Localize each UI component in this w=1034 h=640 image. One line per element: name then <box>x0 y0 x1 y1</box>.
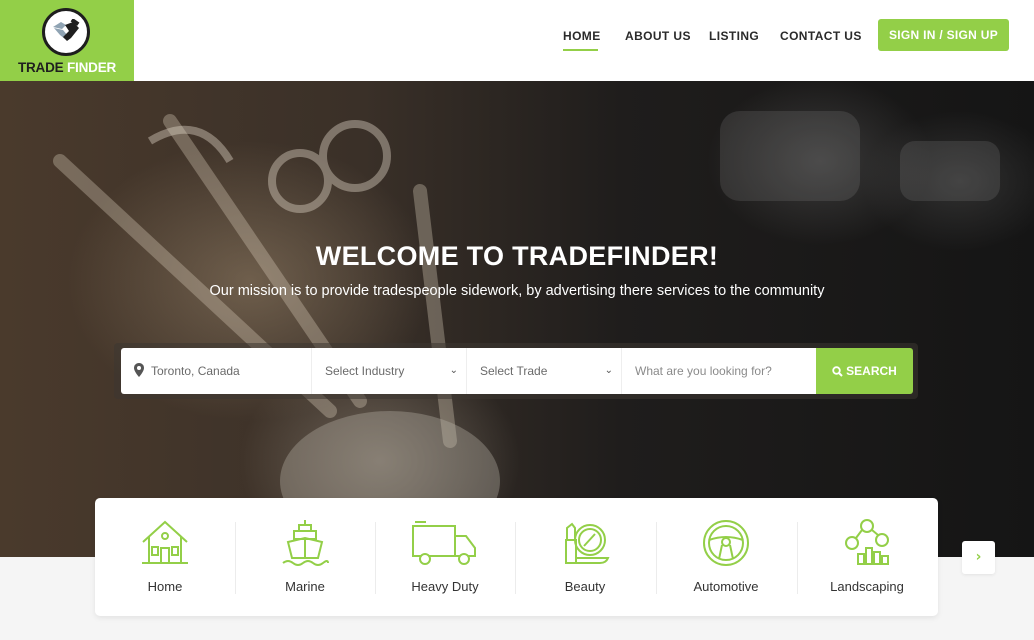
category-label: Marine <box>285 579 325 594</box>
trade-selected-value: Select Trade <box>480 364 548 378</box>
nav-listing[interactable]: LISTING <box>709 29 759 45</box>
location-value: Toronto, Canada <box>151 364 240 378</box>
map-pin-icon <box>134 363 144 377</box>
ship-icon <box>282 520 329 566</box>
chevron-down-icon: ⌄ <box>449 365 458 376</box>
truck-icon <box>412 521 476 565</box>
trade-select[interactable]: Select Trade ⌄ <box>466 348 621 394</box>
hero-title: WELCOME TO TRADEFINDER! <box>315 241 719 271</box>
category-home[interactable]: Home <box>95 498 235 616</box>
search-icon <box>832 366 843 377</box>
category-beauty[interactable]: Beauty <box>515 498 655 616</box>
money-chart-icon <box>845 519 889 565</box>
hero-section: WELCOME TO TRADEFINDER! Our mission is t… <box>0 81 1034 557</box>
house-icon <box>142 520 188 564</box>
industry-selected-value: Select Industry <box>325 364 405 378</box>
steering-wheel-icon <box>703 520 749 566</box>
carousel-next-button[interactable]: › <box>962 541 995 574</box>
site-header: TRADE FINDER HOME ABOUT US LISTING CONTA… <box>0 0 1034 81</box>
search-button-label: SEARCH <box>846 364 897 378</box>
nav-active-indicator <box>563 49 598 51</box>
category-label: Heavy Duty <box>411 579 479 594</box>
category-label: Home <box>147 579 183 594</box>
hero-subtitle: Our mission is to provide tradespeople s… <box>209 283 825 299</box>
category-landscaping[interactable]: Landscaping <box>797 498 937 616</box>
nav-contact-us[interactable]: CONTACT US <box>780 29 862 45</box>
category-heavy-duty[interactable]: Heavy Duty <box>375 498 515 616</box>
nav-about-us[interactable]: ABOUT US <box>625 29 691 45</box>
chevron-right-icon: › <box>975 549 982 565</box>
category-automotive[interactable]: Automotive <box>656 498 796 616</box>
category-label: Beauty <box>564 579 606 594</box>
handshake-icon <box>42 8 90 56</box>
lipstick-mirror-icon <box>565 522 610 564</box>
industry-select[interactable]: Select Industry ⌄ <box>311 348 466 394</box>
chevron-down-icon: ⌄ <box>604 365 613 376</box>
search-bar: Toronto, Canada Select Industry ⌄ Select… <box>114 343 918 399</box>
category-label: Automotive <box>693 579 759 594</box>
category-carousel: Home Marine Heavy Duty Beauty Automotive <box>95 498 938 616</box>
nav-home[interactable]: HOME <box>563 29 601 45</box>
keyword-input[interactable]: What are you looking for? <box>621 348 816 394</box>
category-marine[interactable]: Marine <box>235 498 375 616</box>
category-label: Landscaping <box>830 579 904 594</box>
search-button[interactable]: SEARCH <box>816 348 913 394</box>
location-input[interactable]: Toronto, Canada <box>121 348 311 394</box>
tools-background-image <box>53 111 1000 551</box>
sign-in-button[interactable]: SIGN IN / SIGN UP <box>878 19 1009 51</box>
logo[interactable]: TRADE FINDER <box>0 0 134 81</box>
keyword-placeholder: What are you looking for? <box>635 364 772 378</box>
logo-text: TRADE FINDER <box>17 60 117 75</box>
